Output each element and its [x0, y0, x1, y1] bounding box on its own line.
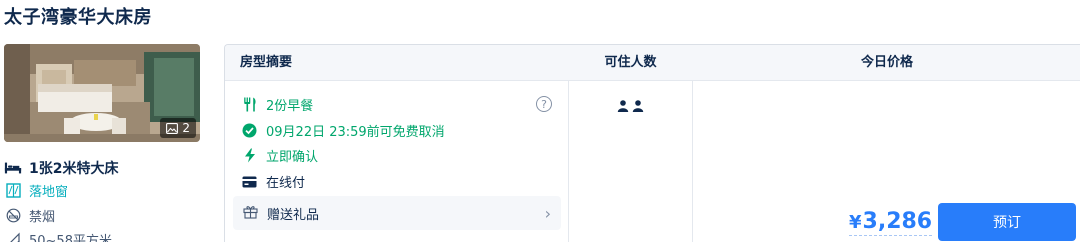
person-icon [632, 100, 644, 112]
price[interactable]: ¥ 3,286 [849, 209, 933, 236]
gift-label: 赠送礼品 [267, 207, 320, 223]
check-circle-icon [241, 122, 258, 139]
photo-count-badge[interactable]: 2 [160, 118, 196, 138]
help-icon[interactable]: ? [536, 96, 552, 112]
column-divider [568, 81, 569, 242]
window-icon [4, 183, 22, 199]
header-guests: 可住人数 [604, 55, 657, 70]
feature-window-label: 落地窗 [29, 185, 69, 200]
card-icon [241, 173, 258, 190]
include-breakfast: 2份早餐 [241, 95, 313, 114]
include-online-payment-label: 在线付 [266, 176, 306, 191]
photo-count-label: 2 [182, 121, 190, 135]
gift-icon [243, 204, 258, 223]
include-instant-confirm: 立即确认 [241, 146, 318, 165]
feature-area-label: 50~58平方米 [29, 234, 112, 242]
feature-bed: 1张2米特大床 [4, 158, 118, 178]
include-free-cancel-label: 09月22日 23:59前可免费取消 [266, 125, 445, 140]
include-free-cancel: 09月22日 23:59前可免费取消 [241, 121, 445, 140]
utensils-icon [241, 96, 258, 113]
book-button[interactable]: 预订 [938, 203, 1076, 241]
chevron-right-icon: › [544, 203, 551, 223]
feature-smoking-label: 禁烟 [29, 210, 56, 225]
guest-icons [617, 100, 644, 112]
include-instant-confirm-label: 立即确认 [266, 150, 319, 165]
room-photo[interactable]: 2 [4, 44, 200, 142]
no-smoking-icon [4, 208, 22, 224]
include-breakfast-label: 2份早餐 [266, 99, 314, 114]
feature-window: 落地窗 [4, 181, 68, 200]
bed-icon [4, 160, 22, 176]
area-icon [4, 232, 22, 242]
price-currency: ¥ [849, 212, 862, 233]
image-icon [166, 122, 179, 134]
person-icon [617, 100, 629, 112]
table-header: 房型摘要 可住人数 今日价格 [225, 45, 1080, 81]
header-room-summary: 房型摘要 [240, 55, 293, 70]
room-rate-table: 房型摘要 可住人数 今日价格 2份早餐 ? 09月22日 23:59前可免费取消 [224, 44, 1080, 242]
column-divider [692, 81, 693, 242]
header-price: 今日价格 [860, 55, 913, 70]
include-online-payment: 在线付 [241, 172, 305, 191]
feature-bed-label: 1张2米特大床 [29, 161, 119, 177]
feature-smoking: 禁烟 [4, 206, 55, 225]
gift-row[interactable]: 赠送礼品 › [233, 196, 561, 230]
lightning-icon [241, 147, 258, 164]
room-title: 太子湾豪华大床房 [4, 7, 152, 28]
feature-area: 50~58平方米 [4, 230, 112, 242]
price-amount: 3,286 [862, 209, 933, 234]
